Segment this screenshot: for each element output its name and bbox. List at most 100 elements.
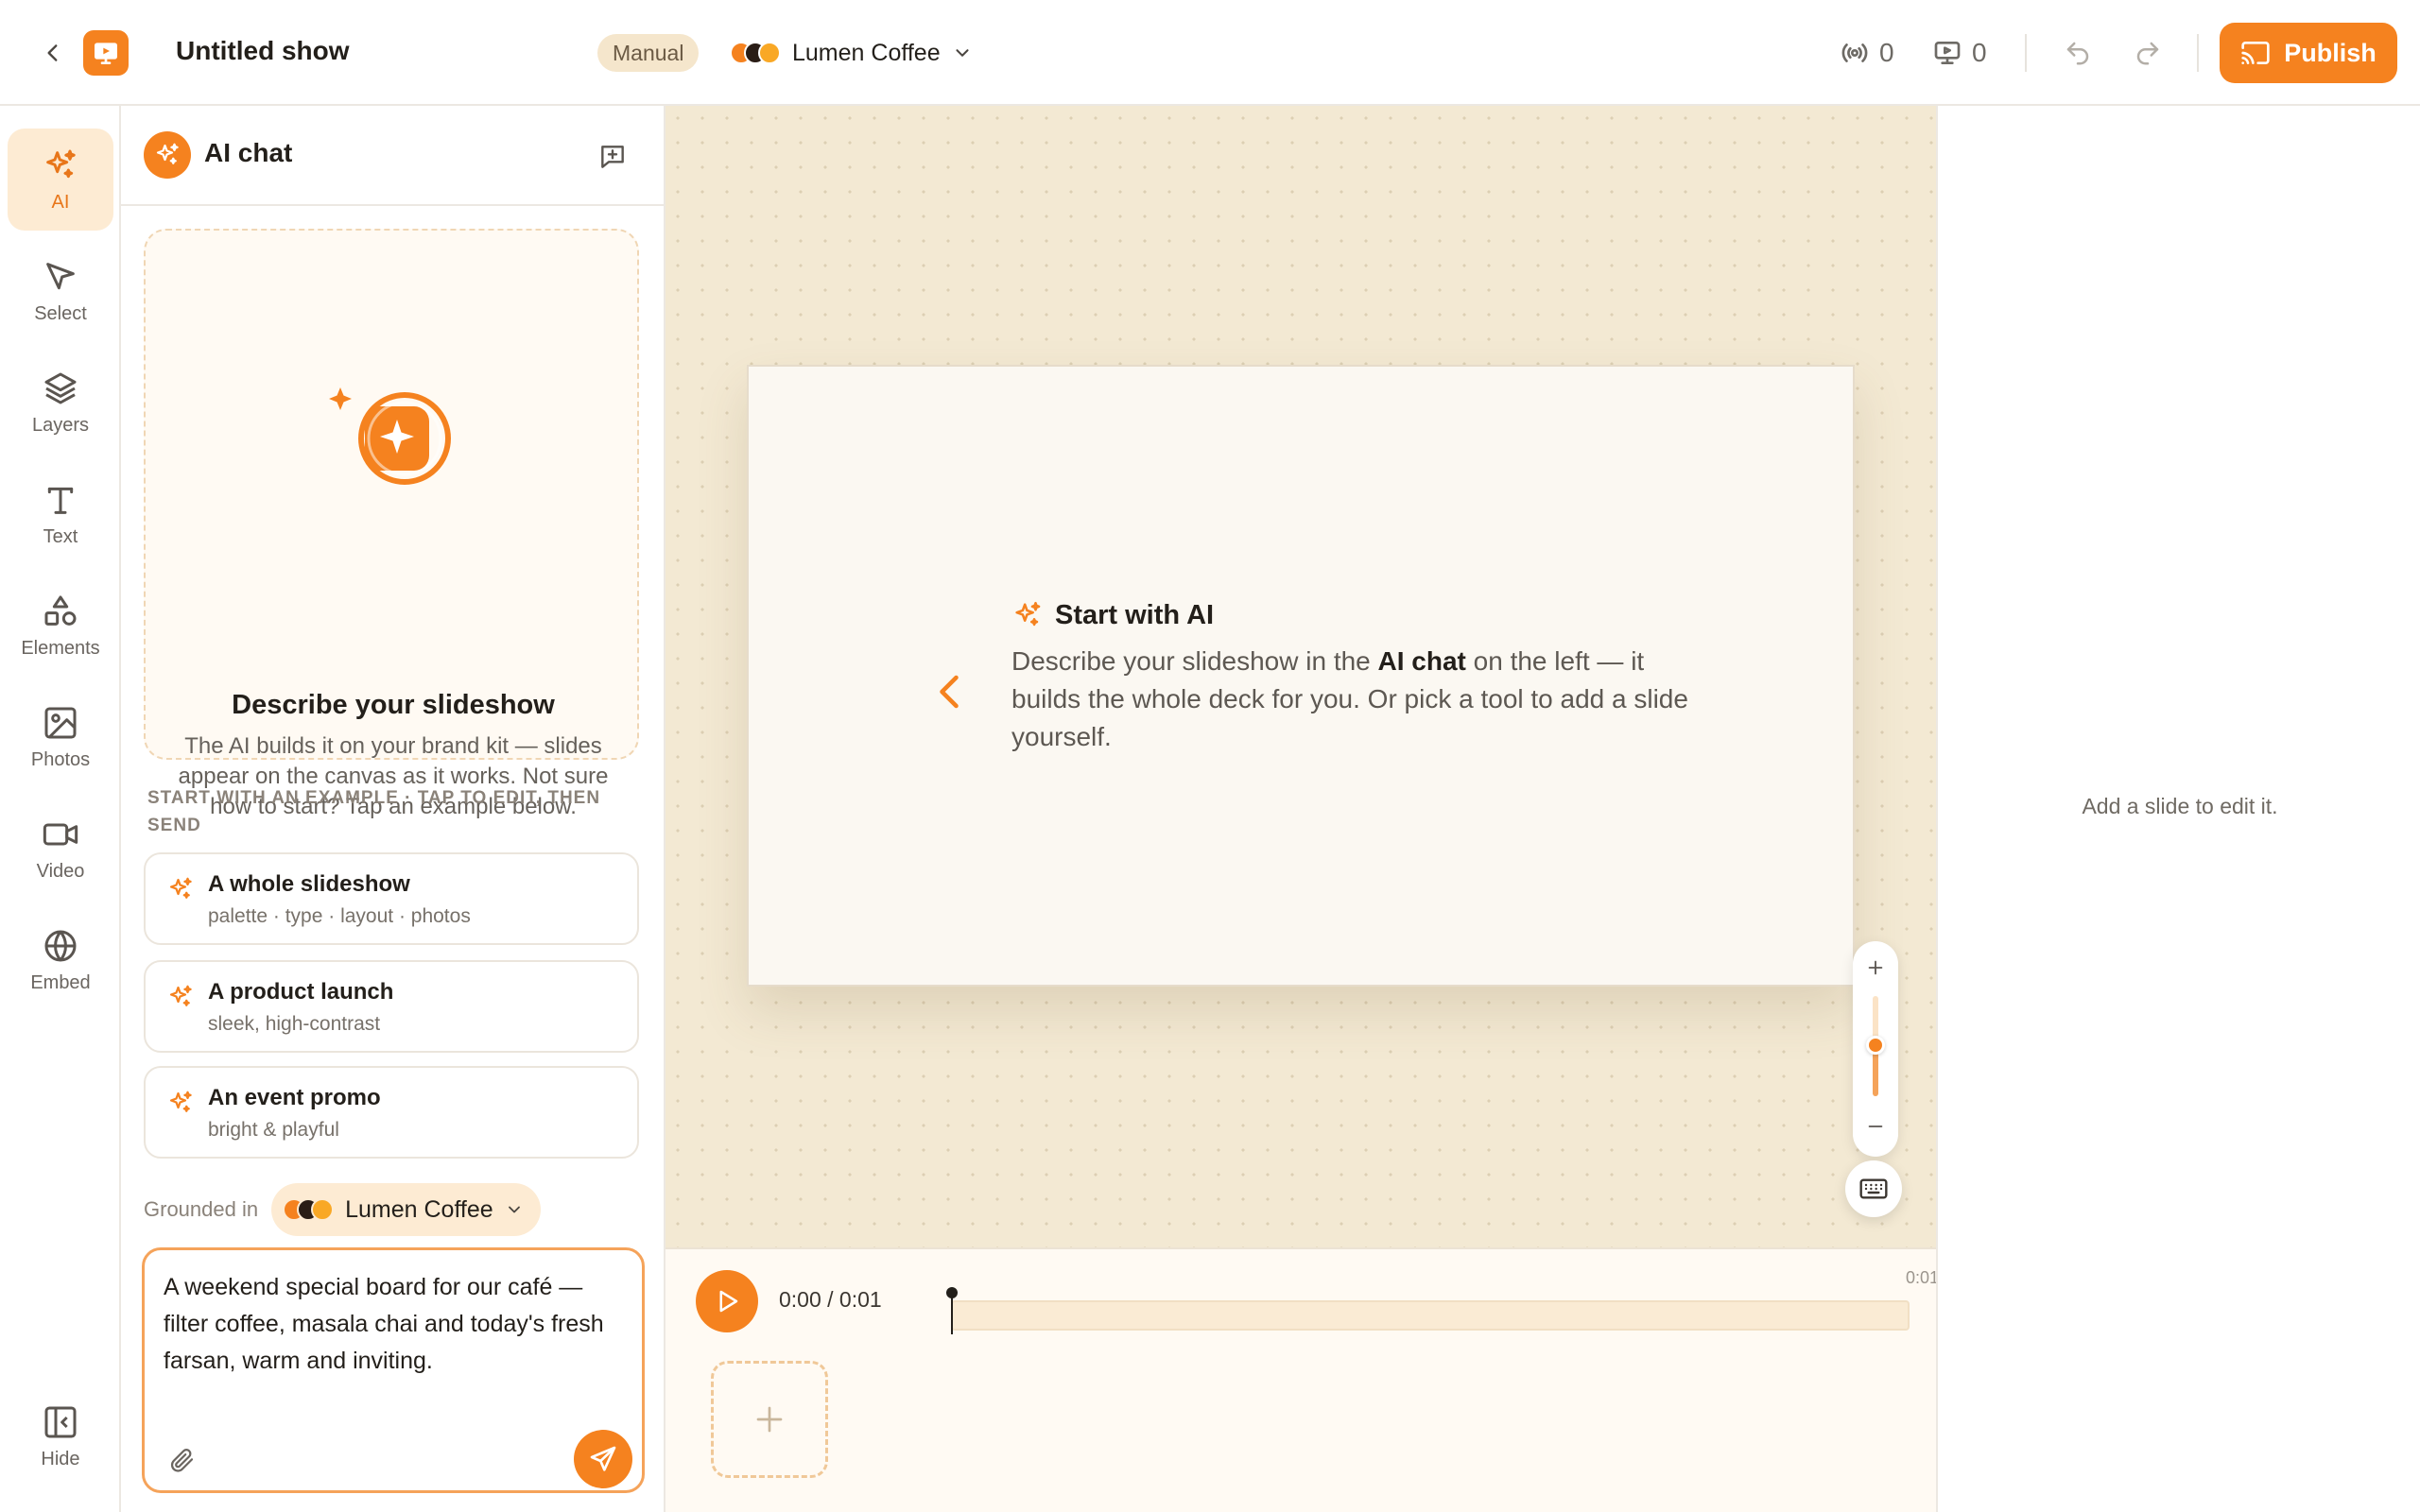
rail-item-select[interactable]: Select [8, 240, 113, 342]
example-subtitle: bright & playful [208, 1119, 339, 1141]
example-title: An event promo [208, 1085, 381, 1110]
zoom-out-icon[interactable] [1853, 1108, 1898, 1145]
rail-item-video[interactable]: Video [8, 798, 113, 900]
image-icon [44, 707, 77, 738]
mode-badge[interactable]: Manual [597, 34, 700, 72]
brand-kit-selector[interactable]: Lumen Coffee [730, 32, 973, 74]
rail-item-elements[interactable]: Elements [8, 575, 113, 677]
send-icon [590, 1446, 616, 1471]
rail-item-text[interactable]: Text [8, 463, 113, 565]
zoom-slider-thumb[interactable] [1866, 1036, 1885, 1055]
text-icon [47, 487, 74, 514]
playhead-handle[interactable] [946, 1287, 958, 1298]
chat-header: AI chat [121, 106, 666, 206]
live-viewers-count: 0 [1879, 38, 1894, 67]
back-icon[interactable] [36, 36, 70, 70]
sidebar-collapse-icon [44, 1406, 77, 1437]
rail-label: Photos [30, 748, 91, 770]
empty-slide-placeholder[interactable]: Start with AI Describe your slideshow in… [747, 365, 1855, 987]
screens-stat[interactable]: 0 [1932, 34, 1987, 72]
example-subtitle: sleek, high-contrast [208, 1013, 381, 1035]
rail-item-embed[interactable]: Embed [8, 909, 113, 1011]
timeline-track[interactable] [951, 1300, 1910, 1331]
chat-composer[interactable]: A weekend special board for our café — f… [142, 1247, 645, 1493]
brand-kit-name: Lumen Coffee [345, 1195, 493, 1223]
zoom-in-icon[interactable] [1853, 951, 1898, 985]
publish-button[interactable]: Publish [2220, 23, 2397, 83]
sparkle-icon [46, 149, 76, 178]
keyboard-shortcuts-button[interactable] [1845, 1160, 1902, 1217]
sparkle-icon [169, 1091, 192, 1112]
example-card[interactable]: A product launch sleek, high-contrast [144, 960, 639, 1053]
rail-label: AI [51, 191, 70, 213]
add-slide-button[interactable] [711, 1361, 828, 1478]
chat-title: AI chat [204, 138, 293, 167]
show-title[interactable]: Untitled show [176, 36, 350, 66]
rail-label: Elements [21, 637, 100, 659]
screens-count: 0 [1972, 38, 1987, 67]
publish-label: Publish [2284, 38, 2377, 67]
chevron-down-icon [508, 1206, 520, 1213]
example-title: A product launch [208, 979, 394, 1005]
brand-kit-chip[interactable]: Lumen Coffee [271, 1183, 541, 1236]
shapes-icon [44, 595, 77, 626]
playback-time: 0:00 / 0:01 [779, 1287, 882, 1312]
cast-icon [2241, 42, 2270, 64]
rail-label: Video [36, 860, 85, 882]
new-chat-icon[interactable] [594, 138, 631, 176]
slide-description-part: Describe your slideshow in the [1011, 646, 1378, 676]
top-bar: Untitled show Manual Lumen Coffee 0 0 Pu… [0, 0, 2420, 106]
inspector-empty-message: Add a slide to edit it. [2082, 794, 2278, 818]
sparkle-icon [169, 985, 192, 1006]
example-subtitle: palette · type · layout · photos [208, 905, 471, 927]
ai-chat-panel: AI chat Describe your slideshow The AI b… [121, 106, 666, 1512]
rail-label: Text [43, 525, 78, 547]
grounding-row: Grounded in Lumen Coffee [144, 1183, 541, 1236]
brand-kit-name: Lumen Coffee [792, 39, 941, 66]
rail-label: Embed [30, 971, 91, 993]
divider [2197, 34, 2199, 72]
timeline-panel: 0:00 / 0:01 0:01 [666, 1247, 1940, 1512]
brand-color-swatches [283, 1198, 335, 1221]
rail-label: Hide [41, 1448, 80, 1469]
example-card[interactable]: An event promo bright & playful [144, 1066, 639, 1159]
prompt-input[interactable]: A weekend special board for our café — f… [164, 1269, 617, 1380]
chevron-left-icon [930, 665, 968, 718]
divider [2025, 34, 2027, 72]
rail-label: Layers [31, 414, 90, 436]
sparkle-icon [1015, 601, 1041, 627]
tool-rail: AI Select Layers Text Elements Photos Vi… [0, 106, 121, 1512]
keyboard-icon [1859, 1178, 1888, 1199]
plus-icon [756, 1406, 783, 1433]
send-button[interactable] [574, 1430, 632, 1488]
play-icon [719, 1290, 738, 1313]
undo-icon[interactable] [2059, 34, 2097, 72]
slide-heading-row: Start with AI [1011, 599, 1214, 631]
rail-item-ai[interactable]: AI [8, 129, 113, 231]
example-title: A whole slideshow [208, 871, 410, 897]
attach-icon[interactable] [165, 1443, 199, 1477]
rail-item-photos[interactable]: Photos [8, 686, 113, 788]
slide-description-emphasis: AI chat [1377, 646, 1466, 676]
brand-color-swatches [730, 42, 781, 64]
slide-description: Describe your slideshow in the AI chat o… [1011, 643, 1692, 756]
example-card[interactable]: A whole slideshow palette · type · layou… [144, 852, 639, 945]
slide-heading: Start with AI [1055, 599, 1215, 630]
rail-label: Select [34, 302, 87, 324]
examples-label: START WITH AN EXAMPLE · TAP TO EDIT, THE… [147, 788, 601, 835]
live-viewers-stat[interactable]: 0 [1840, 34, 1894, 72]
app-logo-icon[interactable] [83, 30, 129, 76]
rail-item-layers[interactable]: Layers [8, 352, 113, 454]
broadcast-icon [1841, 43, 1868, 62]
zoom-control [1853, 941, 1898, 1157]
redo-icon[interactable] [2129, 34, 2167, 72]
play-button[interactable] [696, 1270, 758, 1332]
timeline-end-marker: 0:01 [1906, 1268, 1940, 1287]
slide-canvas[interactable]: Start with AI Describe your slideshow in… [666, 106, 1936, 1247]
hide-panel-button[interactable]: Hide [8, 1385, 113, 1487]
layers-icon [44, 372, 77, 404]
playhead-line[interactable] [951, 1297, 953, 1334]
chevron-down-icon [956, 49, 969, 57]
chat-intro-card: Describe your slideshow The AI builds it… [144, 229, 639, 819]
sparkle-icon [144, 131, 191, 179]
